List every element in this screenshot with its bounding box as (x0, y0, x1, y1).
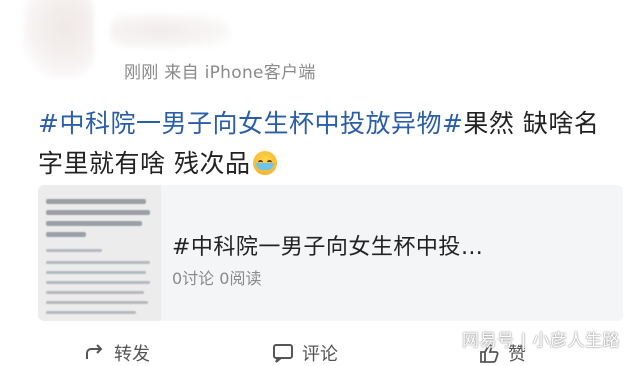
username-blurred[interactable] (110, 14, 230, 48)
post-meta: 刚刚 来自 iPhone客户端 (124, 63, 316, 83)
card-thumbnail (38, 185, 161, 321)
repost-label: 转发 (114, 344, 150, 365)
repost-button[interactable]: 转发 (84, 340, 150, 366)
card-stats: 0讨论 0阅读 (172, 269, 262, 288)
topic-link[interactable]: #中科院一男子向女生杯中投放异物# (38, 109, 463, 138)
avatar[interactable] (22, 0, 94, 78)
crying-face-icon (253, 151, 278, 175)
card-title[interactable]: #中科院一男子向女生杯中投… (172, 229, 612, 261)
comment-button[interactable]: 评论 (272, 340, 338, 366)
topic-link-card[interactable]: #中科院一男子向女生杯中投… 0讨论 0阅读 (38, 185, 623, 321)
post-text: #中科院一男子向女生杯中投放异物#果然 缺啥名字里就有啥 残次品 (38, 104, 623, 184)
comment-label: 评论 (302, 344, 338, 365)
comment-icon (273, 344, 293, 363)
watermark: 网易号 | 小彦人生路 (461, 331, 620, 351)
repost-icon (86, 344, 103, 359)
